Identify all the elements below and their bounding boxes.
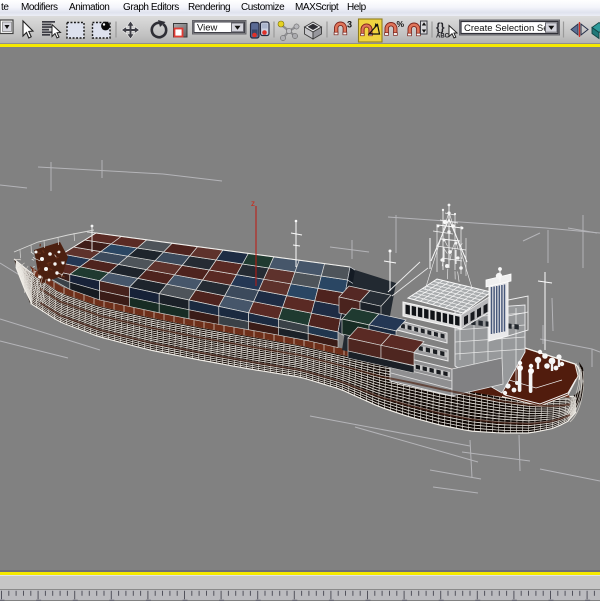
svg-text:View: View bbox=[197, 22, 218, 33]
svg-text:3: 3 bbox=[347, 19, 352, 29]
svg-text:{}: {} bbox=[436, 21, 445, 33]
svg-text:z: z bbox=[251, 199, 255, 208]
svg-text:Create Selection Set: Create Selection Set bbox=[464, 23, 551, 34]
svg-text:%: % bbox=[397, 19, 405, 29]
svg-text:ABC: ABC bbox=[436, 33, 450, 39]
